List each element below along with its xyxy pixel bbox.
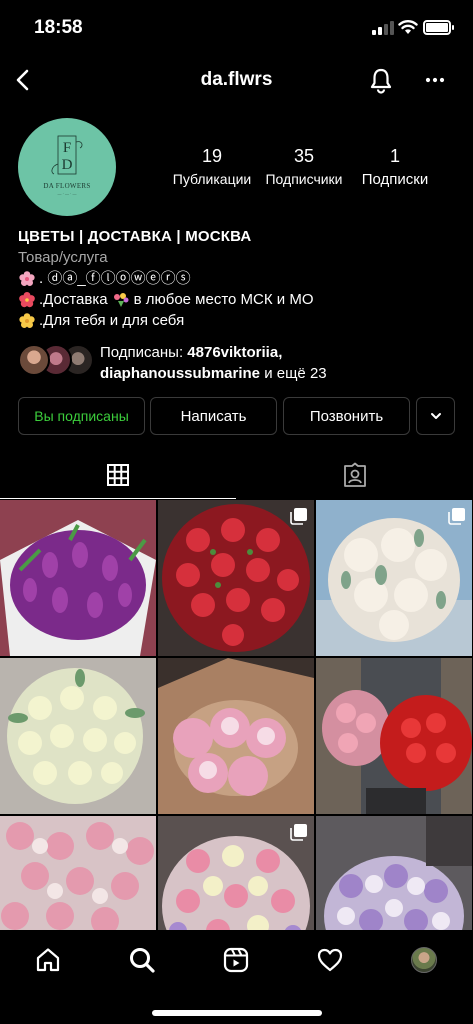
hibiscus-icon bbox=[19, 291, 35, 307]
profile-actions: Вы подписаны Написать Позвонить bbox=[18, 397, 455, 435]
post-thumbnail[interactable] bbox=[316, 500, 472, 656]
followed-by-prefix: Подписаны: bbox=[100, 344, 188, 361]
stat-posts-label: Публикации bbox=[172, 171, 252, 187]
profile-avatar[interactable]: F D DA FLOWERS — · — · — bbox=[18, 118, 116, 216]
stat-following[interactable]: 1 Подписки bbox=[352, 146, 438, 188]
multiple-photos-icon bbox=[290, 824, 307, 841]
tab-tagged[interactable] bbox=[237, 451, 473, 499]
stat-followers-label: Подписчики bbox=[265, 171, 343, 187]
nav-home[interactable] bbox=[30, 942, 66, 978]
bio-line-2: .Доставка в любое место МСК и МО bbox=[18, 289, 458, 310]
suggestions-button[interactable] bbox=[416, 397, 455, 435]
svg-text:D: D bbox=[62, 157, 73, 173]
username-title: da.flwrs bbox=[200, 69, 273, 90]
nav-activity[interactable] bbox=[312, 942, 348, 978]
battery-icon bbox=[423, 20, 454, 35]
profile-avatar-small bbox=[411, 947, 437, 973]
home-indicator bbox=[152, 1010, 322, 1016]
bio-name: ЦВЕТЫ | ДОСТАВКА | МОСКВА bbox=[18, 228, 252, 245]
cherry-blossom-icon bbox=[19, 270, 35, 286]
bio-line-3-text: .Для тебя и для себя bbox=[39, 312, 185, 329]
nav-reels[interactable] bbox=[218, 942, 254, 978]
profile-tabs bbox=[0, 451, 473, 499]
bio-line-1: . ⓓⓐ_ⓕⓛⓞⓦⓔⓡⓢ bbox=[18, 268, 458, 289]
svg-text:F: F bbox=[63, 140, 71, 156]
wifi-icon bbox=[398, 20, 418, 34]
bio-line-2-post: в любое место МСК и МО bbox=[133, 291, 314, 308]
call-button[interactable]: Позвонить bbox=[283, 397, 410, 435]
heart-icon bbox=[317, 948, 343, 972]
post-thumbnail[interactable] bbox=[316, 658, 472, 814]
status-time: 18:58 bbox=[34, 17, 83, 38]
following-button[interactable]: Вы подписаны bbox=[18, 397, 145, 435]
post-thumbnail[interactable] bbox=[0, 816, 156, 930]
blossom-icon bbox=[19, 312, 35, 328]
stat-followers-count: 35 bbox=[293, 146, 315, 166]
followed-by-suffix: и ещё 23 bbox=[260, 365, 327, 382]
stat-following-count: 1 bbox=[389, 146, 400, 166]
nav-profile[interactable] bbox=[406, 942, 442, 978]
followed-by-user-1[interactable]: 4876viktoriia, bbox=[187, 344, 282, 361]
grid-icon bbox=[107, 463, 129, 486]
tab-posts-grid[interactable] bbox=[0, 451, 236, 499]
bottom-nav bbox=[0, 930, 473, 1024]
tagged-icon bbox=[344, 462, 366, 487]
logo-monogram: F D bbox=[51, 135, 83, 175]
profile-header: da.flwrs bbox=[0, 56, 473, 104]
post-thumbnail[interactable] bbox=[158, 500, 314, 656]
bio-category[interactable]: Товар/услуга bbox=[18, 247, 458, 268]
followed-by[interactable]: Подписаны: 4876viktoriia, diaphanoussubm… bbox=[18, 342, 458, 382]
logo-subtext: — · — · — bbox=[57, 191, 77, 196]
post-thumbnail[interactable] bbox=[0, 500, 156, 656]
bouquet-icon bbox=[113, 292, 129, 307]
more-icon[interactable] bbox=[421, 66, 449, 94]
multiple-photos-icon bbox=[448, 508, 465, 525]
followed-by-text[interactable]: Подписаны: 4876viktoriia, diaphanoussubm… bbox=[100, 342, 327, 384]
chevron-down-icon bbox=[430, 413, 441, 419]
status-bar: 18:58 bbox=[0, 0, 473, 56]
search-icon bbox=[130, 948, 155, 973]
home-icon bbox=[36, 948, 60, 972]
stat-following-label: Подписки bbox=[361, 171, 429, 188]
bio-line-1-text: . ⓓⓐ_ⓕⓛⓞⓦⓔⓡⓢ bbox=[39, 270, 191, 287]
stat-posts-count: 19 bbox=[201, 146, 223, 166]
post-thumbnail[interactable] bbox=[158, 816, 314, 930]
stat-posts[interactable]: 19 Публикации bbox=[166, 146, 258, 187]
message-button[interactable]: Написать bbox=[150, 397, 277, 435]
bio-line-2-pre: .Доставка bbox=[39, 291, 108, 308]
mini-avatar bbox=[18, 344, 50, 376]
stat-followers[interactable]: 35 Подписчики bbox=[259, 146, 349, 187]
nav-search[interactable] bbox=[124, 942, 160, 978]
reels-icon bbox=[223, 947, 249, 973]
followed-by-user-2[interactable]: diaphanoussubmarine bbox=[100, 365, 260, 382]
multiple-photos-icon bbox=[290, 508, 307, 525]
logo-text: DA FLOWERS bbox=[43, 182, 91, 190]
bio: ЦВЕТЫ | ДОСТАВКА | МОСКВА Товар/услуга .… bbox=[18, 226, 458, 331]
signal-icon bbox=[372, 21, 394, 35]
bell-icon[interactable] bbox=[367, 66, 395, 94]
post-thumbnail[interactable] bbox=[316, 816, 472, 930]
followed-by-avatars bbox=[18, 344, 98, 378]
post-thumbnail[interactable] bbox=[158, 658, 314, 814]
post-thumbnail[interactable] bbox=[0, 658, 156, 814]
bio-line-3: .Для тебя и для себя bbox=[18, 310, 458, 331]
posts-grid bbox=[0, 500, 473, 930]
